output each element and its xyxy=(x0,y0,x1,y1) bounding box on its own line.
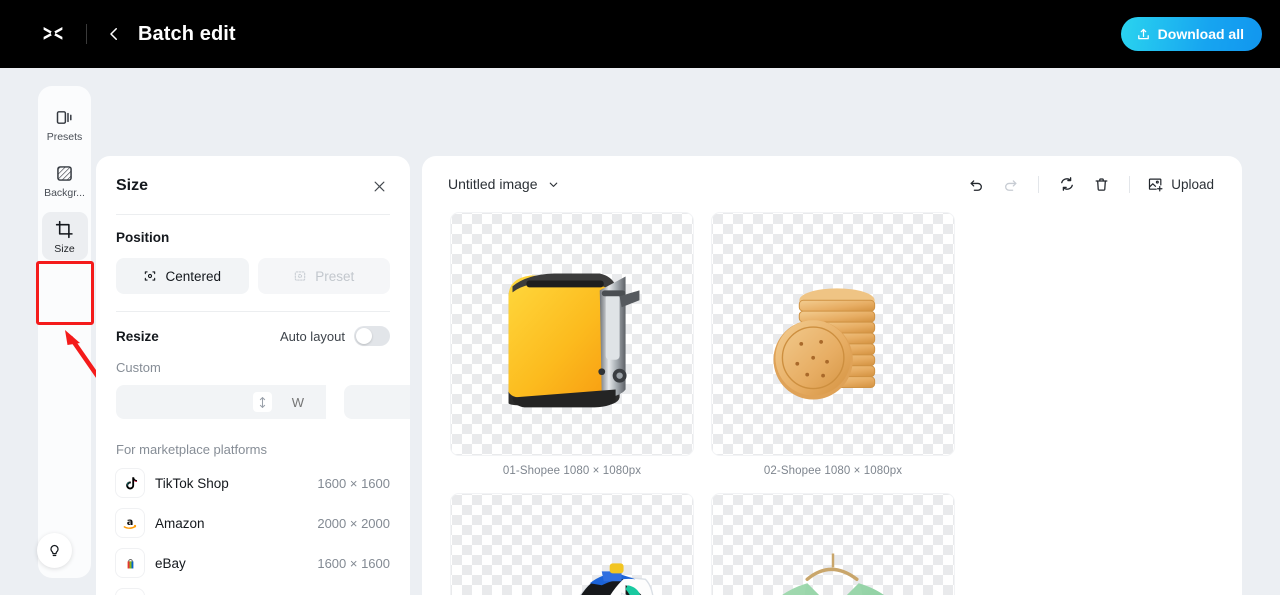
position-preset-button[interactable]: Preset xyxy=(257,258,390,294)
canvas-toolbar-actions: Upload xyxy=(961,169,1220,199)
platform-dimensions: 2000 × 2000 xyxy=(317,515,390,531)
tool-rail: Presets Backgr... Size xyxy=(38,86,91,578)
toolbar-divider xyxy=(1038,175,1040,193)
center-target-dashed-icon xyxy=(293,269,307,283)
canvas-area: Untitled image Upload 01-Shopee 1080 × 1… xyxy=(422,156,1242,595)
top-bar: Batch edit Download all xyxy=(0,0,1280,68)
thumbnail-image-sneakers[interactable] xyxy=(450,493,694,595)
close-icon[interactable] xyxy=(368,175,390,197)
size-panel-title: Size xyxy=(116,177,149,194)
thumbnail-cell[interactable]: 03-Shopee 1080 × 1080px xyxy=(450,493,694,595)
position-centered-label: Centered xyxy=(165,268,222,284)
marketplace-list: TikTok Shop 1600 × 1600 a Amazon 2000 × … xyxy=(116,463,390,595)
top-bar-actions: Download all xyxy=(1120,17,1262,51)
upload-label: Upload xyxy=(1171,176,1214,192)
marketplace-label: For marketplace platforms xyxy=(116,442,267,457)
position-centered-button[interactable]: Centered xyxy=(116,258,249,294)
thumbnail-image-biscuits[interactable] xyxy=(711,212,955,456)
link-ratio-icon[interactable] xyxy=(253,392,272,412)
platform-dimensions: 1600 × 1600 xyxy=(317,555,390,571)
presets-icon xyxy=(54,106,75,128)
thumbnail-cell[interactable]: 02-Shopee 1080 × 1080px xyxy=(711,212,955,477)
platform-name: TikTok Shop xyxy=(155,475,229,491)
ebay-icon xyxy=(116,549,144,577)
auto-layout-control: Auto layout xyxy=(280,326,390,346)
thumbnail-caption: 01-Shopee 1080 × 1080px xyxy=(502,465,642,477)
height-input[interactable] xyxy=(344,385,410,419)
svg-text:a: a xyxy=(127,517,134,528)
refresh-loop-icon[interactable] xyxy=(1052,169,1082,199)
amazon-icon: a xyxy=(116,509,144,537)
size-panel: Size Position Centered Preset Resize Aut… xyxy=(96,156,410,595)
platform-name: eBay xyxy=(155,555,186,571)
auto-layout-label: Auto layout xyxy=(279,328,345,344)
trash-icon[interactable] xyxy=(1086,169,1116,199)
thumbnail-cell[interactable]: 01-Shopee 1080 × 1080px xyxy=(450,212,694,477)
rail-item-background[interactable]: Backgr... xyxy=(42,156,88,204)
download-all-button[interactable]: Download all xyxy=(1120,17,1262,51)
thumbnail-image-toaster[interactable] xyxy=(450,212,694,456)
thumbnail-cell[interactable] xyxy=(711,493,955,595)
upload-button[interactable]: Upload xyxy=(1143,171,1220,198)
undo-icon[interactable] xyxy=(961,169,991,199)
width-input[interactable] xyxy=(116,385,326,419)
background-pattern-icon xyxy=(54,162,75,184)
help-button[interactable] xyxy=(37,533,72,568)
resize-label: Resize xyxy=(116,328,159,344)
thumbnail-grid: 01-Shopee 1080 × 1080px 02-Shopee 1080 ×… xyxy=(422,212,1242,595)
lightbulb-icon xyxy=(46,542,63,559)
position-label: Position xyxy=(116,230,170,245)
rail-item-size-label: Size xyxy=(54,243,75,255)
workspace: Presets Backgr... Size Size Position Cen… xyxy=(0,68,1280,595)
resize-section: Resize Auto layout Custom xyxy=(116,312,410,419)
redo-icon[interactable] xyxy=(995,169,1025,199)
toolbar-divider xyxy=(1129,175,1131,193)
position-buttons: Centered Preset xyxy=(116,258,390,294)
position-section: Position Centered Preset xyxy=(116,215,390,311)
resize-frame-icon xyxy=(54,218,75,240)
list-item[interactable]: eBay 1600 × 1600 xyxy=(116,543,390,583)
image-add-icon xyxy=(1147,176,1164,193)
list-item[interactable]: a Amazon 2000 × 2000 xyxy=(116,503,390,543)
thumbnail-caption: 02-Shopee 1080 × 1080px xyxy=(763,465,903,477)
tiktok-icon xyxy=(116,469,144,497)
platform-name: Amazon xyxy=(155,515,205,531)
rail-item-size[interactable]: Size xyxy=(41,212,88,260)
custom-label: Custom xyxy=(116,360,161,375)
resize-header: Resize Auto layout xyxy=(116,326,390,346)
list-item[interactable]: TikTok Shop 1600 × 1600 xyxy=(116,463,390,503)
document-name[interactable]: Untitled image xyxy=(448,176,538,192)
rail-item-presets[interactable]: Presets xyxy=(42,100,88,148)
list-item[interactable]: Postmark 1080 × 1080 xyxy=(116,583,390,595)
size-panel-header: Size xyxy=(116,156,390,214)
position-preset-label: Preset xyxy=(315,268,355,284)
center-target-icon xyxy=(143,269,157,283)
canvas-toolbar: Untitled image Upload xyxy=(422,156,1242,212)
toggle-knob xyxy=(356,328,372,344)
upload-arrow-icon xyxy=(1136,27,1151,42)
download-all-label: Download all xyxy=(1157,26,1244,42)
dimension-inputs xyxy=(116,385,410,419)
toolbar-divider xyxy=(86,24,87,44)
platform-dimensions: 1600 × 1600 xyxy=(317,475,390,491)
capcut-logo-icon[interactable] xyxy=(36,17,70,51)
back-button[interactable] xyxy=(101,21,127,47)
page-title: Batch edit xyxy=(138,22,236,45)
rail-item-background-label: Backgr... xyxy=(44,187,85,199)
chevron-down-icon[interactable] xyxy=(547,178,560,191)
auto-layout-toggle[interactable] xyxy=(354,326,390,346)
rail-item-presets-label: Presets xyxy=(46,131,83,143)
postmark-icon xyxy=(116,589,144,595)
thumbnail-image-shirt[interactable] xyxy=(711,493,955,595)
